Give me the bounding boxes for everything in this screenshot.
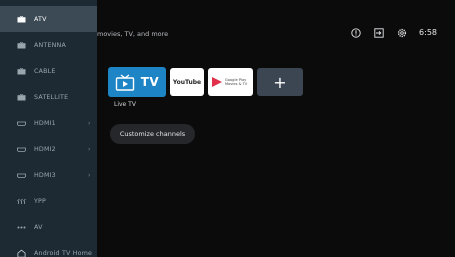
input-sidebar: ATV ANTENNA CABLE SATELLITE HDMI1 › HDMI2 › HDMI… xyxy=(0,0,97,257)
sidebar-item-cable[interactable]: CABLE xyxy=(0,58,97,84)
sidebar-item-label: CABLE xyxy=(34,67,56,75)
sidebar-item-ypp[interactable]: YPP xyxy=(0,188,97,214)
sidebar-item-av[interactable]: AV xyxy=(0,214,97,240)
sidebar-item-label: HDMI1 xyxy=(34,119,56,127)
chevron-right-icon: › xyxy=(88,172,91,179)
status-bar: 6:58 xyxy=(350,27,437,38)
live-tv-tile-label: TV xyxy=(140,75,160,89)
sidebar-item-label: HDMI2 xyxy=(34,145,56,153)
sidebar-item-label: YPP xyxy=(34,197,47,205)
component-icon xyxy=(17,198,26,205)
plus-icon: + xyxy=(273,72,287,92)
sidebar-item-label: Android TV Home xyxy=(34,249,93,257)
sidebar-item-atv[interactable]: ATV xyxy=(0,6,97,32)
youtube-logo: YouTube xyxy=(172,78,202,86)
hdmi-icon xyxy=(17,120,26,127)
home-icon xyxy=(17,249,26,257)
tv-icon xyxy=(17,41,26,49)
tv-play-icon xyxy=(115,73,134,91)
sidebar-item-hdmi3[interactable]: HDMI3 › xyxy=(0,162,97,188)
settings-icon[interactable] xyxy=(396,27,407,38)
clock: 6:58 xyxy=(419,28,437,37)
hdmi-icon xyxy=(17,146,26,153)
composite-icon xyxy=(17,224,26,231)
sidebar-item-satellite[interactable]: SATELLITE xyxy=(0,84,97,110)
tv-icon xyxy=(17,67,26,75)
chevron-right-icon: › xyxy=(88,146,91,153)
sidebar-item-hdmi1[interactable]: HDMI1 › xyxy=(0,110,97,136)
chevron-right-icon: › xyxy=(88,120,91,127)
sidebar-item-android-tv-home[interactable]: Android TV Home xyxy=(0,240,97,257)
tv-icon xyxy=(17,15,26,23)
sidebar-item-antenna[interactable]: ANTENNA xyxy=(0,32,97,58)
play-movies-label: Google Play Movies & TV xyxy=(225,77,248,87)
youtube-tile[interactable]: YouTube xyxy=(170,68,204,96)
tv-icon xyxy=(17,93,26,101)
live-tv-tile[interactable]: TV xyxy=(108,67,166,97)
play-movies-tile[interactable]: Google Play Movies & TV xyxy=(208,68,253,96)
info-icon[interactable] xyxy=(350,27,361,38)
play-movies-logo-icon xyxy=(212,77,222,87)
sidebar-item-label: AV xyxy=(34,223,43,231)
add-app-tile[interactable]: + xyxy=(257,68,303,96)
customize-channels-button[interactable]: Customize channels xyxy=(110,124,195,144)
tv-screen: movies, TV, and more 6:58 TV YouTube Goo… xyxy=(0,0,455,257)
sidebar-item-hdmi2[interactable]: HDMI2 › xyxy=(0,136,97,162)
search-hint[interactable]: movies, TV, and more xyxy=(97,30,168,38)
hdmi-icon xyxy=(17,172,26,179)
favorite-apps-row: TV YouTube Google Play Movies & TV + xyxy=(108,67,303,97)
input-icon[interactable] xyxy=(373,27,384,38)
sidebar-item-label: ANTENNA xyxy=(34,41,66,49)
focused-app-label: Live TV xyxy=(114,101,136,108)
sidebar-item-label: SATELLITE xyxy=(34,93,69,101)
sidebar-item-label: HDMI3 xyxy=(34,171,56,179)
sidebar-item-label: ATV xyxy=(34,15,47,23)
